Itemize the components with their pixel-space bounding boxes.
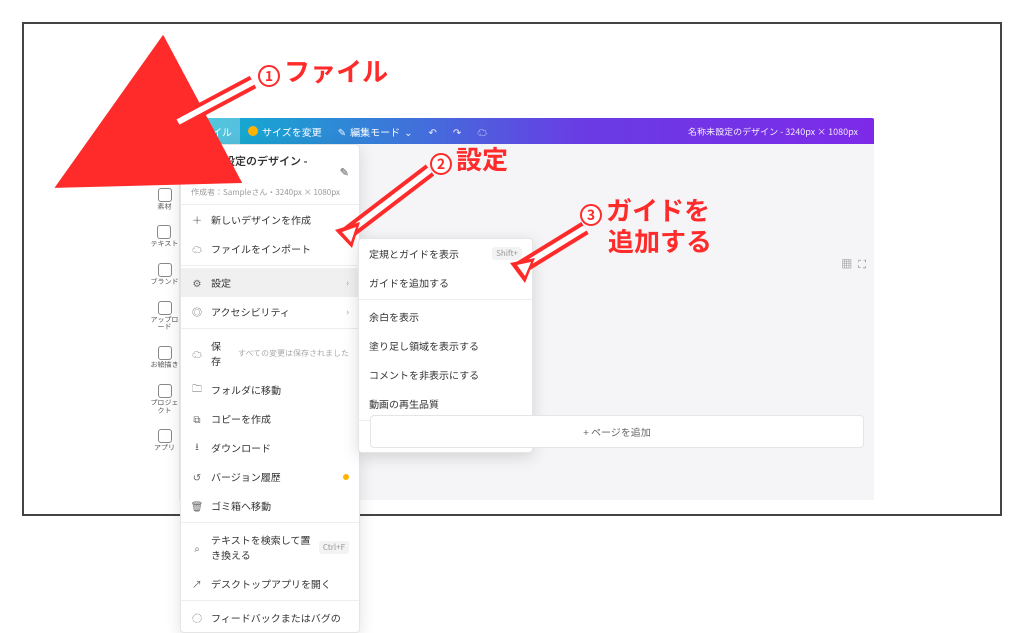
accessibility-icon: ◎	[191, 306, 203, 318]
copy-icon: ⧉	[191, 413, 203, 425]
rail-elements[interactable]: 素材	[158, 188, 172, 212]
annotation-3: 3ガイドを 追加する	[580, 195, 712, 256]
arrow-2	[330, 160, 440, 255]
cloud-check-icon: ☁	[191, 347, 203, 359]
menu-open-desktop[interactable]: ↗ デスクトップアプリを開く	[181, 569, 359, 598]
sub-show-margins[interactable]: 余白を表示	[359, 302, 532, 331]
panel-title: 名称未設定のデザイン - 3240...	[191, 153, 334, 185]
menu-accessibility[interactable]: ◎ アクセシビリティ ›	[181, 297, 359, 326]
menu-save[interactable]: ☁ 保存 すべての変更は保存されました	[181, 331, 359, 375]
menu-trash[interactable]: 🗑 ゴミ箱へ移動	[181, 491, 359, 520]
add-page-button[interactable]: + ページを追加	[370, 415, 864, 448]
sub-hide-comments[interactable]: コメントを非表示にする	[359, 360, 532, 389]
canvas-tools: ▦ ⛶	[841, 256, 866, 272]
chevron-right-icon: ›	[346, 305, 349, 318]
menu-make-copy[interactable]: ⧉ コピーを作成	[181, 404, 359, 433]
chevron-down-icon: ⌄	[404, 124, 412, 139]
rail-design[interactable]: デザイン	[151, 150, 179, 174]
gear-icon: ⚙	[191, 277, 203, 289]
external-link-icon: ↗	[191, 578, 203, 590]
folder-icon: 🗀	[191, 384, 203, 396]
expand-icon[interactable]: ⛶	[858, 256, 866, 272]
pencil-icon: ✎	[338, 124, 346, 139]
upload-cloud-icon: ☁	[191, 243, 203, 255]
rail-draw[interactable]: お絵描き	[151, 346, 179, 370]
sub-show-bleed[interactable]: 塗り足し領域を表示する	[359, 331, 532, 360]
edit-mode-button[interactable]: ✎ 編集モード ⌄	[330, 118, 421, 144]
rail-projects[interactable]: プロジェクト	[150, 384, 179, 415]
grid-icon[interactable]: ▦	[841, 256, 852, 272]
trash-icon: 🗑	[191, 500, 203, 512]
arrow-1	[158, 72, 258, 147]
save-status: すべての変更は保存されました	[238, 348, 349, 359]
menu-feedback[interactable]: ◌ フィードバックまたはバグの	[181, 603, 359, 632]
menu-settings[interactable]: ⚙ 設定 ›	[181, 268, 359, 297]
premium-dot-icon	[343, 474, 349, 480]
annotation-1: 1ファイル	[258, 52, 388, 89]
rail-brand[interactable]: ブランド	[151, 263, 179, 287]
document-title[interactable]: 名称未設定のデザイン - 3240px × 1080px	[688, 125, 858, 138]
arrow-3	[505, 218, 595, 293]
rail-upload[interactable]: アップロード	[150, 301, 179, 332]
rail-apps[interactable]: アプリ	[154, 429, 175, 453]
edit-mode-label: 編集モード	[350, 124, 400, 139]
plus-icon: ＋	[191, 214, 203, 226]
kbd-shortcut: Ctrl+F	[319, 541, 349, 554]
menu-move-folder[interactable]: 🗀 フォルダに移動	[181, 375, 359, 404]
chevron-right-icon: ›	[346, 276, 349, 289]
menu-find-replace[interactable]: ⌕ テキストを検索して置き換える Ctrl+F	[181, 525, 359, 569]
menu-version-history[interactable]: ↺ バージョン履歴	[181, 462, 359, 491]
sub-video-quality[interactable]: 動画の再生品質	[359, 389, 532, 418]
menu-download[interactable]: ⭳ ダウンロード	[181, 433, 359, 462]
rail-text[interactable]: テキスト	[151, 225, 179, 249]
annotation-2: 2設定	[430, 140, 508, 177]
search-icon: ⌕	[191, 541, 203, 553]
chat-icon: ◌	[191, 612, 203, 624]
download-icon: ⭳	[191, 442, 203, 454]
top-toolbar: ファイル サイズを変更 ✎ 編集モード ⌄ ↶ ↷ ☁ 名称未設定のデザイン -…	[150, 118, 874, 144]
resize-label: サイズを変更	[262, 124, 322, 139]
history-icon: ↺	[191, 471, 203, 483]
left-rail: デザイン 素材 テキスト ブランド アップロード お絵描き プロジェクト アプリ	[150, 144, 180, 500]
